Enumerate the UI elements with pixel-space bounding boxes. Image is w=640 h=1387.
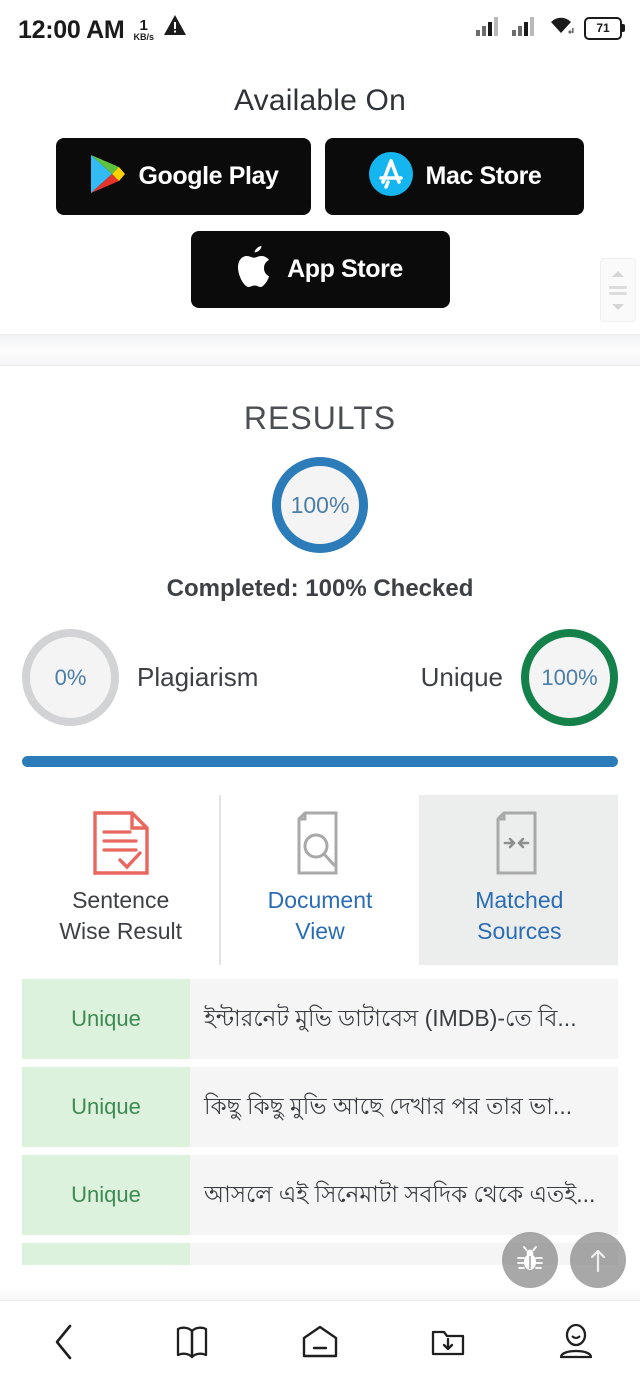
row-status-badge: Unique [22,979,190,1060]
back-chevron-icon [53,1323,75,1366]
downloads-folder-icon [429,1323,467,1366]
nav-downloads-button[interactable] [384,1323,512,1366]
available-on-section: Available On Google Play Mac Store App S… [0,56,640,366]
scroll-widget-line [609,291,627,295]
store-badge-row: Google Play Mac Store [0,138,640,215]
sentence-result-list: Unique ইন্টারনেট মুভি ডাটাবেস (IMDB)-তে … [0,979,640,1266]
table-row[interactable]: Unique কিছু কিছু মুভি আছে দেখার পর তার ভ… [22,1067,618,1148]
bottom-navigation-bar [0,1300,640,1387]
tab-label-line1: Document [267,887,373,913]
warning-triangle-icon [163,14,187,41]
book-icon [173,1323,211,1366]
tab-label-line2: Wise Result [59,918,183,945]
signal-bars-icon [476,16,502,41]
tab-document-view-label: Document View [225,885,414,947]
bug-report-icon[interactable] [502,1232,558,1288]
document-arrows-icon [425,809,614,877]
tab-sentence-wise-result[interactable]: Sentence Wise Result [22,795,219,965]
row-sentence-text: ইন্টারনেট মুভি ডাটাবেস (IMDB)-তে বি... [190,979,618,1060]
google-play-badge[interactable]: Google Play [56,138,311,215]
status-bar-right: 71 [476,16,625,41]
row-sentence-text: আসলে এই সিনেমাটা সবদিক থেকে এতই... [190,1155,618,1236]
table-row[interactable]: Unique আসলে এই সিনেমাটা সবদিক থেকে এতই..… [22,1155,618,1236]
scroll-to-top-arrow-icon[interactable] [570,1232,626,1288]
apple-icon [237,244,275,295]
overall-progress-value: 100% [290,491,350,518]
tab-label-line2: View [295,918,345,945]
google-play-label: Google Play [138,162,279,190]
status-bar-left: 12:00 AM 1 KB/s [18,14,187,43]
row-status-badge: Unique [22,1067,190,1148]
overall-progress-ring: 100% [272,457,368,553]
table-row[interactable]: Unique ইন্টারনেট মুভি ডাটাবেস (IMDB)-তে … [22,979,618,1060]
available-on-title: Available On [234,84,406,117]
plagiarism-label: Plagiarism [137,662,259,692]
battery-indicator: 71 [584,16,625,40]
nav-home-button[interactable] [256,1323,384,1366]
home-icon [299,1323,341,1366]
mac-store-icon [368,151,414,202]
network-speed-indicator: 1 KB/s [133,18,154,42]
unique-stat: Unique 100% [421,629,618,726]
tab-document-view[interactable]: Document View [219,795,418,966]
plagiarism-stat: 0% Plagiarism [22,629,258,726]
tab-sentence-wise-result-label: Sentence Wise Result [26,885,215,947]
status-bar: 12:00 AM 1 KB/s 71 [0,0,640,56]
unique-value: 100% [541,664,598,690]
row-status-badge: Unique [22,1155,190,1236]
status-time: 12:00 AM [18,15,125,44]
document-search-icon [225,809,414,877]
tab-matched-sources-label: Matched Sources [425,885,614,947]
unique-ring: 100% [521,629,618,726]
nav-book-button[interactable] [128,1323,256,1366]
chevron-up-icon[interactable] [611,265,625,283]
check-progress-bar [22,756,618,767]
tab-matched-sources[interactable]: Matched Sources [418,795,618,966]
google-play-icon [88,153,126,200]
section-divider [0,334,640,366]
signal-bars-icon [512,16,538,41]
tab-label-line1: Matched [475,887,564,913]
battery-level: 71 [596,21,610,35]
plagiarism-ring: 0% [22,629,119,726]
results-title: RESULTS [243,400,397,436]
completed-status-text: Completed: 100% Checked [166,575,474,602]
floating-action-buttons [502,1232,626,1288]
row-sentence-text: কিছু কিছু মুভি আছে দেখার পর তার ভা... [190,1067,618,1148]
tab-label-line2: Sources [477,918,562,945]
mac-store-badge[interactable]: Mac Store [325,138,584,215]
scroll-widget-line [609,285,627,289]
network-speed-unit: KB/s [133,31,154,42]
wifi-icon [548,16,574,41]
document-check-icon [26,809,215,877]
mac-store-label: Mac Store [425,162,542,190]
app-store-label: App Store [287,255,403,283]
score-summary: 0% Plagiarism Unique 100% [0,629,640,726]
nav-back-button[interactable] [0,1323,128,1366]
bottom-scrim [0,1287,640,1301]
row-status-badge [22,1243,190,1266]
tab-label-line1: Sentence [72,887,170,913]
app-store-badge[interactable]: App Store [190,231,450,308]
scroll-widget[interactable] [600,258,636,322]
network-speed-value: 1 [139,16,148,34]
profile-icon [557,1322,595,1367]
nav-profile-button[interactable] [512,1322,640,1367]
chevron-down-icon[interactable] [611,298,625,316]
results-section: RESULTS 100% Completed: 100% Checked 0% … [0,366,640,767]
unique-label: Unique [420,662,503,692]
result-view-tabs: Sentence Wise Result Document View Match… [0,795,640,966]
plagiarism-value: 0% [54,664,87,690]
